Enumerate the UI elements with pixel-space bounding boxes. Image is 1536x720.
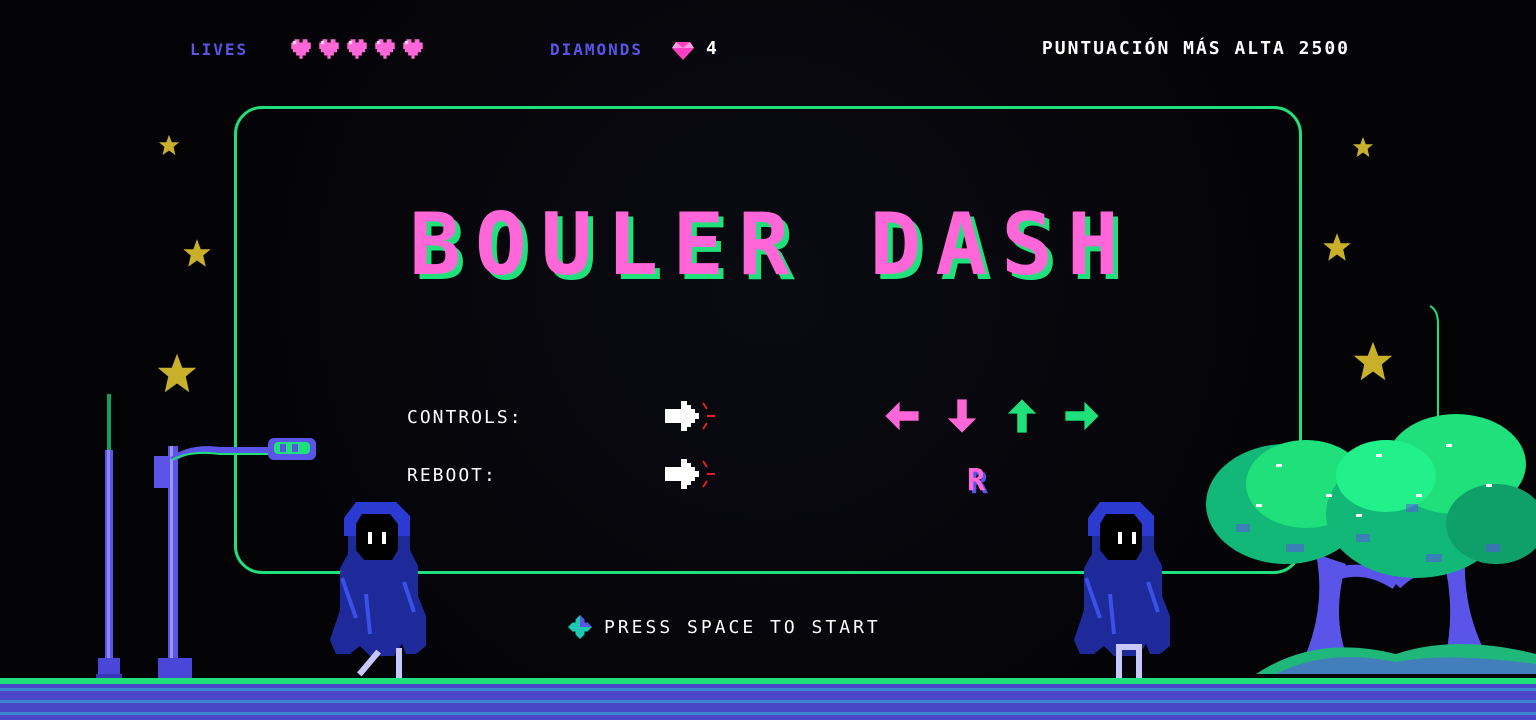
- start-prompt-text: PRESS SPACE TO START: [604, 616, 881, 638]
- reboot-label: REBOOT:: [407, 465, 497, 486]
- game-title: BOULER DASH: [409, 195, 1133, 295]
- pixel-tree: [1206, 414, 1536, 674]
- arrow-down-icon: [947, 399, 977, 433]
- start-prompt[interactable]: PRESS SPACE TO START: [568, 612, 881, 642]
- pointer-arrow-icon: [665, 401, 715, 431]
- star-icon: [183, 239, 211, 267]
- arrow-right-icon: [1065, 401, 1099, 431]
- arrow-left-icon: [885, 401, 919, 431]
- game-scene: LIVES DIAMONDS 4 PUNTUACIÓN MÁS ALTA 250…: [0, 0, 1536, 720]
- star-icon: [1352, 136, 1374, 158]
- controls-label: CONTROLS:: [407, 407, 523, 428]
- lives-label: LIVES: [190, 40, 249, 59]
- heart-icon: [375, 39, 395, 59]
- street-lamp: [154, 438, 316, 678]
- hooded-character: [330, 502, 426, 682]
- hooded-character: [1074, 502, 1170, 680]
- diamond-icon: [672, 42, 694, 60]
- star-icon: [157, 353, 197, 393]
- diamonds-count: 4: [706, 38, 717, 59]
- heart-icon: [403, 39, 423, 59]
- plus-gem-icon: [568, 615, 592, 639]
- reboot-key: R: [967, 463, 986, 498]
- pointer-arrow-icon: [665, 459, 715, 489]
- heart-icon: [291, 39, 311, 59]
- street-lamp-pole: [96, 394, 122, 680]
- heart-icon: [319, 39, 339, 59]
- heart-icon: [347, 39, 367, 59]
- brick-ground: [0, 678, 1536, 720]
- lives-hearts: [288, 36, 426, 64]
- high-score: PUNTUACIÓN MÁS ALTA 2500: [1041, 38, 1350, 59]
- star-icon: [1353, 341, 1393, 381]
- star-icon: [158, 134, 180, 156]
- control-arrows: [883, 397, 1101, 435]
- hud-bar: LIVES DIAMONDS 4 PUNTUACIÓN MÁS ALTA 250…: [0, 36, 1536, 66]
- arrow-up-icon: [1007, 399, 1037, 433]
- star-icon: [1323, 233, 1351, 261]
- diamonds-label: DIAMONDS: [550, 40, 644, 59]
